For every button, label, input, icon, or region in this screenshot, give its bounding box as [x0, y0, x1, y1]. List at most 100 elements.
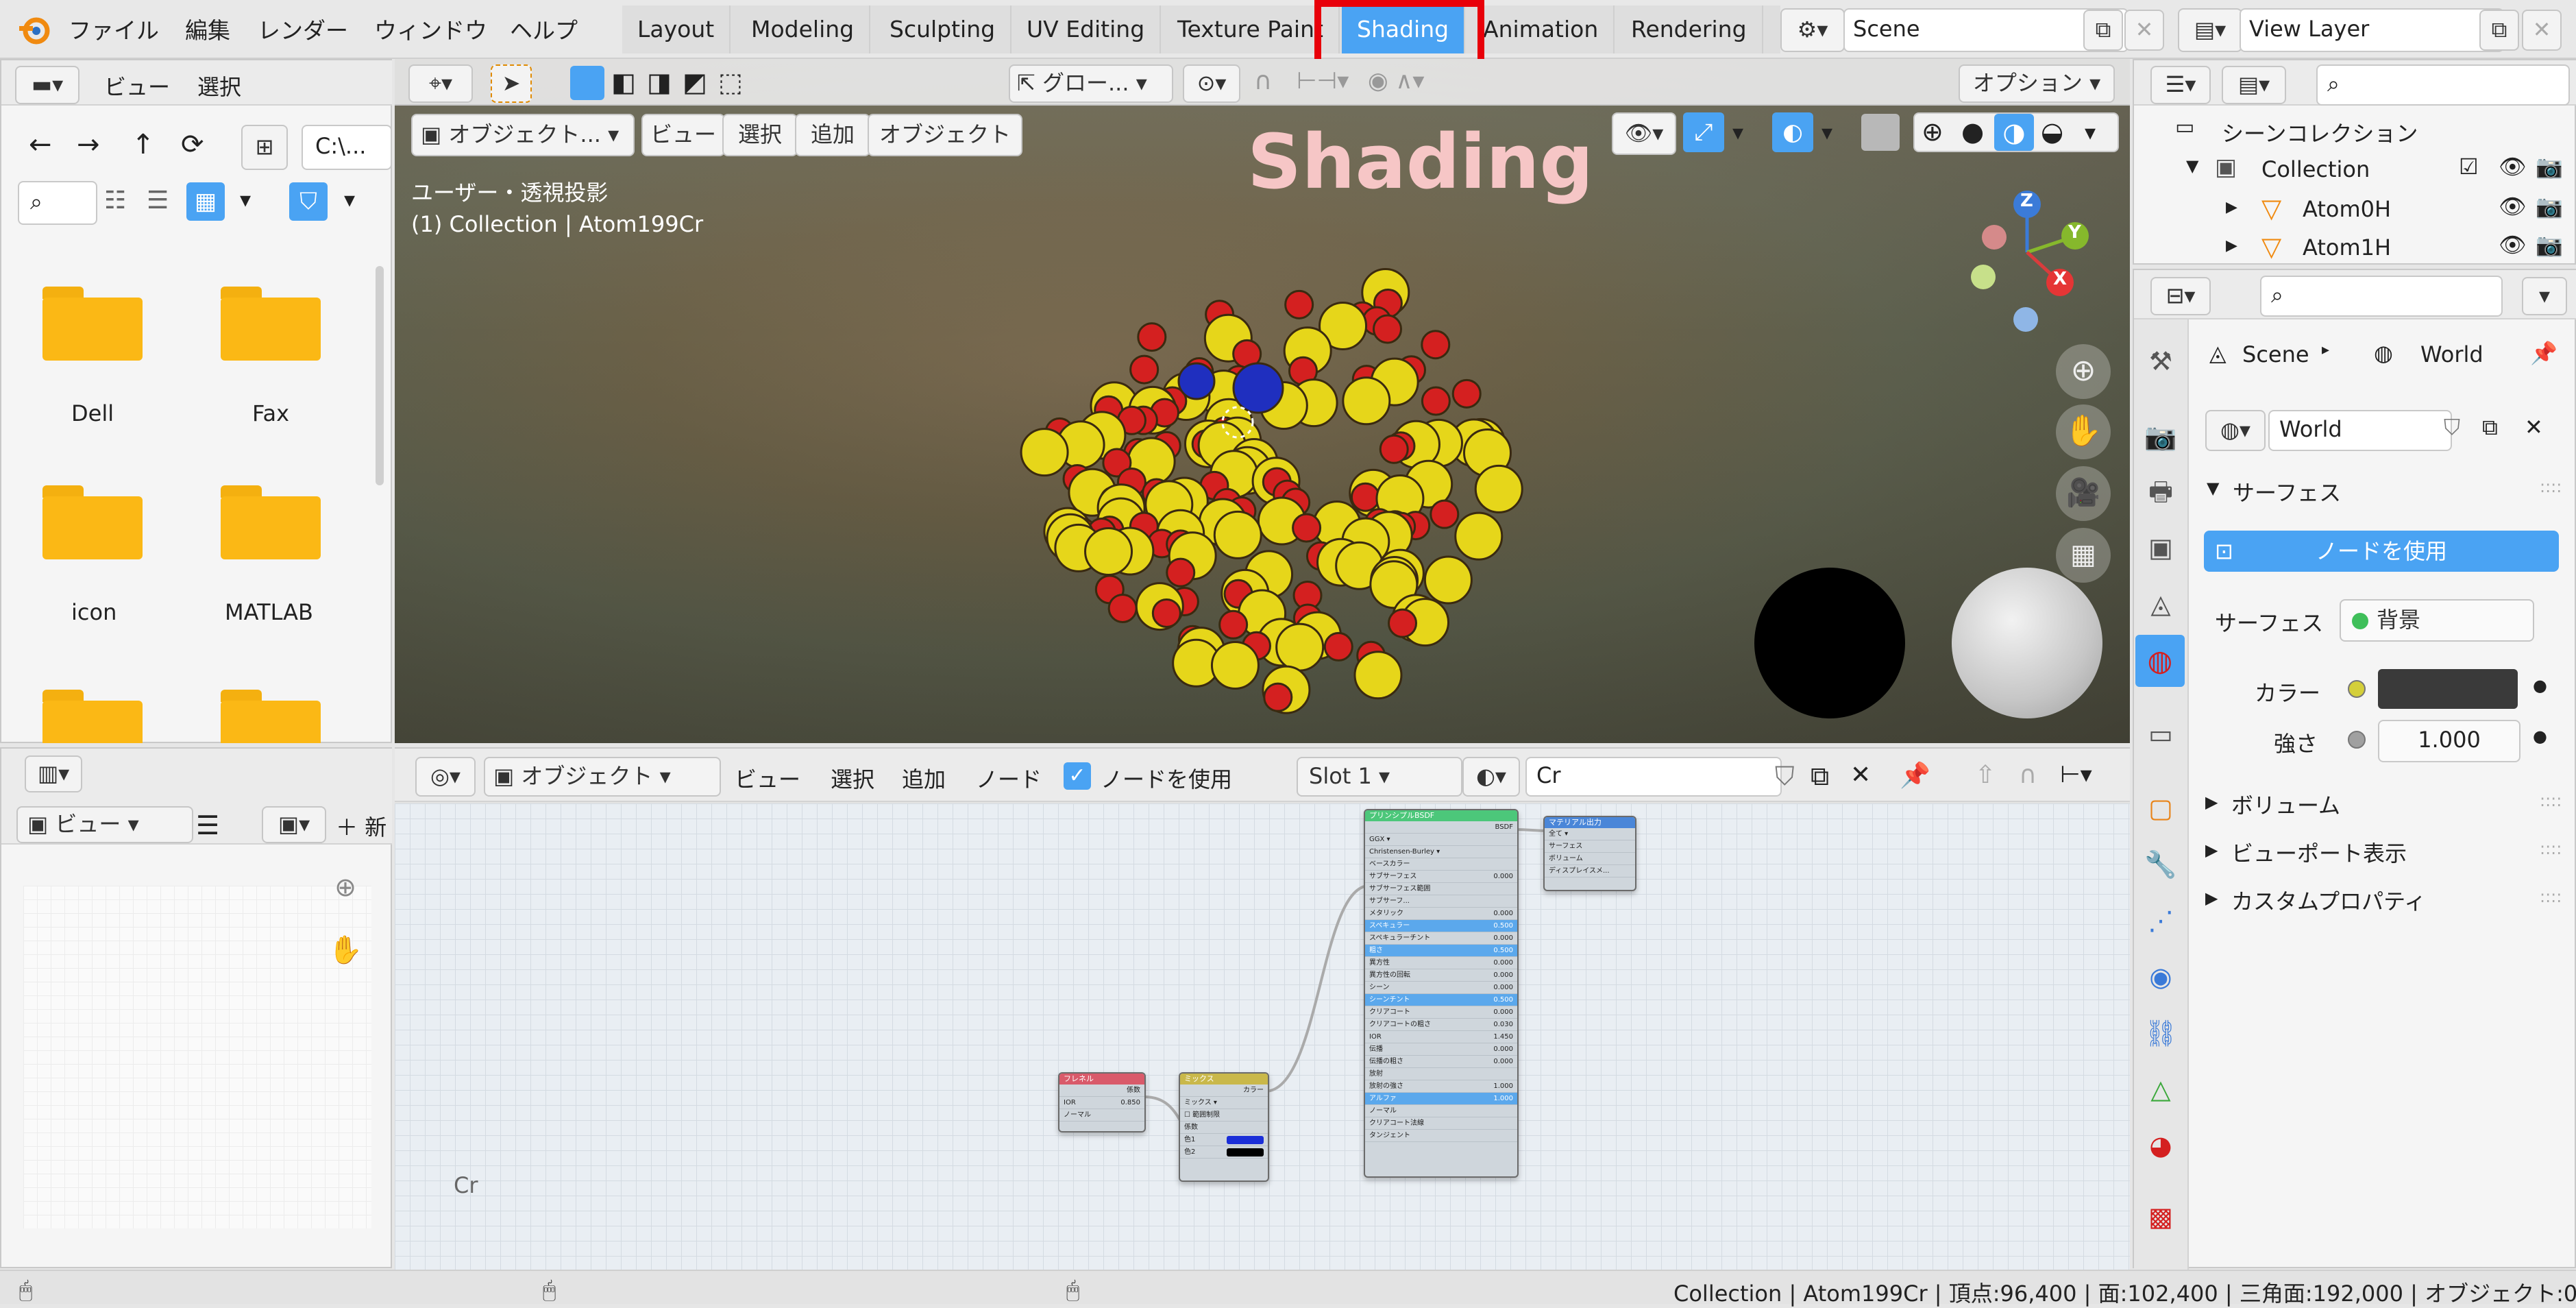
- pivot-point-icon[interactable]: ⊙▾: [1183, 64, 1240, 103]
- blender-logo-icon[interactable]: [18, 12, 52, 47]
- collection-checkbox-icon[interactable]: ☑: [2459, 154, 2479, 180]
- menu-render[interactable]: レンダー: [258, 12, 348, 45]
- material-output-node[interactable]: マテリアル出力 全て ▾ サーフェス ボリューム ディスプレイスメ...: [1543, 816, 1636, 891]
- bsdf-input-row[interactable]: スペキュラー 0.500: [1365, 920, 1517, 932]
- viewport-select-menu[interactable]: 選択: [722, 114, 798, 156]
- view-layer-field[interactable]: View Layer: [2240, 8, 2504, 52]
- display-options-chevron-icon[interactable]: ▾: [240, 186, 251, 213]
- object-mode-dropdown[interactable]: ▣ オブジェクト... ▾: [411, 114, 635, 156]
- editor-type-icon[interactable]: ⌖▾: [408, 64, 473, 103]
- folder-item-partial[interactable]: [219, 690, 322, 743]
- image-canvas-grid[interactable]: [23, 886, 371, 1228]
- constraint-properties-icon[interactable]: ⛓: [2142, 1015, 2179, 1052]
- select-mode-new-icon[interactable]: [570, 66, 604, 100]
- path-field[interactable]: C:\...: [302, 125, 392, 170]
- unlink-material-icon[interactable]: ✕: [1850, 761, 1871, 789]
- node-canvas[interactable]: Cr フレネル 係数 IOR 0.850 ノーマル ミックス カラー ミックス …: [395, 803, 2130, 1270]
- new-view-layer-icon[interactable]: ⧉: [2479, 10, 2519, 51]
- render-properties-icon[interactable]: 📷: [2142, 418, 2179, 455]
- texture-properties-icon[interactable]: ▩: [2142, 1198, 2179, 1235]
- bsdf-input-row[interactable]: アルファ 1.000: [1365, 1093, 1517, 1105]
- forward-arrow-icon[interactable]: →: [77, 129, 100, 160]
- select-mode-invert-icon[interactable]: ◩: [683, 67, 707, 97]
- menu-help[interactable]: ヘルプ: [510, 12, 578, 45]
- xray-toggle-icon[interactable]: [1861, 114, 1900, 151]
- properties-search-field[interactable]: ⌕: [2260, 276, 2503, 317]
- mix-rgb-node[interactable]: ミックス カラー ミックス ▾ ☐ 範囲制限 係数 色1 色2: [1179, 1072, 1269, 1182]
- parent-dir-icon[interactable]: ↑: [132, 129, 155, 160]
- editor-type-icon[interactable]: ☰▾: [2150, 66, 2211, 104]
- parent-node-tree-icon[interactable]: ⇧: [1975, 761, 1996, 789]
- world-browse-icon[interactable]: ◍▾: [2205, 410, 2266, 451]
- visibility-icon[interactable]: 👁▾: [1612, 112, 1676, 155]
- fake-user-shield-icon[interactable]: ⛉: [1775, 761, 1795, 792]
- tab-texture-paint[interactable]: Texture Paint: [1162, 5, 1340, 53]
- file-browser-select-menu[interactable]: 選択: [197, 70, 241, 101]
- new-image-button[interactable]: ＋ 新: [336, 810, 387, 842]
- bsdf-input-row[interactable]: サブサーフェス 0.000: [1365, 871, 1517, 883]
- gizmo-options-chevron-icon[interactable]: ▾: [1732, 119, 1743, 145]
- zoom-icon[interactable]: ⊕: [2056, 344, 2111, 399]
- duplicate-world-icon[interactable]: ⧉: [2482, 414, 2498, 441]
- volume-section-header[interactable]: ボリューム: [2231, 788, 2340, 820]
- world-properties-icon[interactable]: ◍: [2135, 635, 2185, 687]
- pin-icon[interactable]: 📌: [2530, 340, 2557, 366]
- viewport-add-menu[interactable]: 追加: [795, 114, 870, 156]
- use-nodes-checkbox[interactable]: ✓: [1064, 762, 1091, 790]
- principled-bsdf-node[interactable]: プリンシプルBSDF BSDF GGX ▾ Christensen-Burley…: [1364, 809, 1519, 1178]
- bsdf-input-row[interactable]: 粗さ 0.500: [1365, 945, 1517, 957]
- select-mode-extend-icon[interactable]: ◧: [611, 67, 636, 97]
- tab-uv-editing[interactable]: UV Editing: [1011, 5, 1162, 53]
- filter-icon[interactable]: ⛉: [289, 182, 328, 221]
- filter-options-chevron-icon[interactable]: ▾: [344, 186, 355, 213]
- menu-edit[interactable]: 編集: [185, 12, 230, 45]
- scene-properties-icon[interactable]: ◬: [2142, 585, 2179, 622]
- view-layer-selector-icon[interactable]: ▤▾: [2178, 8, 2242, 52]
- outliner-search-field[interactable]: ⌕: [2316, 64, 2570, 106]
- volume-expand-icon[interactable]: ▶: [2205, 792, 2218, 812]
- object-expand-icon[interactable]: ▶: [2226, 237, 2237, 254]
- bsdf-input-row[interactable]: シーン 0.000: [1365, 982, 1517, 994]
- proportional-edit-icon[interactable]: ◉ ∧▾: [1368, 67, 1424, 95]
- gizmo-toggle-icon[interactable]: ⤢: [1683, 112, 1724, 152]
- bsdf-input-row[interactable]: ノーマル: [1365, 1105, 1517, 1117]
- tab-rendering[interactable]: Rendering: [1616, 5, 1763, 53]
- viewport-display-section-header[interactable]: ビューポート表示: [2231, 836, 2407, 868]
- bsdf-input-row[interactable]: クリアコート 0.000: [1365, 1006, 1517, 1019]
- node-view-menu[interactable]: ビュー: [735, 762, 800, 794]
- node-add-menu[interactable]: 追加: [902, 762, 946, 794]
- bsdf-input-row[interactable]: 放射の強さ 1.000: [1365, 1080, 1517, 1093]
- render-camera-icon[interactable]: 📷: [2536, 232, 2563, 258]
- custom-properties-section-header[interactable]: カスタムプロパティ: [2231, 884, 2426, 916]
- bsdf-input-row[interactable]: スペキュラーチント 0.000: [1365, 932, 1517, 945]
- data-properties-icon[interactable]: △: [2142, 1071, 2179, 1108]
- bsdf-input-row[interactable]: IOR 1.450: [1365, 1031, 1517, 1043]
- world-name-field[interactable]: World: [2268, 410, 2452, 451]
- bsdf-input-row[interactable]: タンジェント: [1365, 1130, 1517, 1142]
- image-browse-icon[interactable]: ▣▾: [262, 806, 326, 843]
- new-scene-icon[interactable]: ⧉: [2083, 10, 2123, 51]
- panel-drag-handle-icon[interactable]: ::::: [2540, 477, 2562, 496]
- select-mode-subtract-icon[interactable]: ◨: [647, 67, 672, 97]
- options-dropdown[interactable]: オプション ▾: [1959, 64, 2115, 103]
- folder-item-partial[interactable]: [41, 690, 144, 743]
- file-browser-scrollbar[interactable]: [376, 266, 384, 485]
- bsdf-input-row[interactable]: ベースカラー: [1365, 858, 1517, 871]
- collection-properties-icon[interactable]: ▭: [2142, 716, 2179, 753]
- slot-dropdown[interactable]: Slot 1 ▾: [1297, 757, 1462, 797]
- bsdf-input-row[interactable]: 放射: [1365, 1068, 1517, 1080]
- shading-wireframe-icon[interactable]: ⊕: [1922, 117, 1943, 147]
- fresnel-node[interactable]: フレネル 係数 IOR 0.850 ノーマル: [1058, 1072, 1146, 1133]
- shading-rendered-icon[interactable]: ◒: [2041, 117, 2063, 147]
- tool-settings-icon[interactable]: ⚒: [2142, 343, 2179, 380]
- panel-drag-handle-icon[interactable]: ::::: [2540, 887, 2562, 906]
- refresh-icon[interactable]: ⟳: [181, 129, 204, 160]
- unlink-world-icon[interactable]: ✕: [2525, 414, 2543, 440]
- new-folder-icon[interactable]: ⊞: [241, 125, 288, 170]
- ortho-toggle-icon[interactable]: ▦: [2056, 528, 2111, 583]
- delete-scene-icon[interactable]: ✕: [2124, 10, 2164, 51]
- folder-item-icon[interactable]: icon: [41, 485, 144, 625]
- transform-orientation-dropdown[interactable]: ⇱ グロー... ▾: [1009, 64, 1173, 103]
- properties-options-icon[interactable]: ▾: [2522, 277, 2567, 315]
- surface-shader-dropdown[interactable]: 背景: [2340, 599, 2534, 642]
